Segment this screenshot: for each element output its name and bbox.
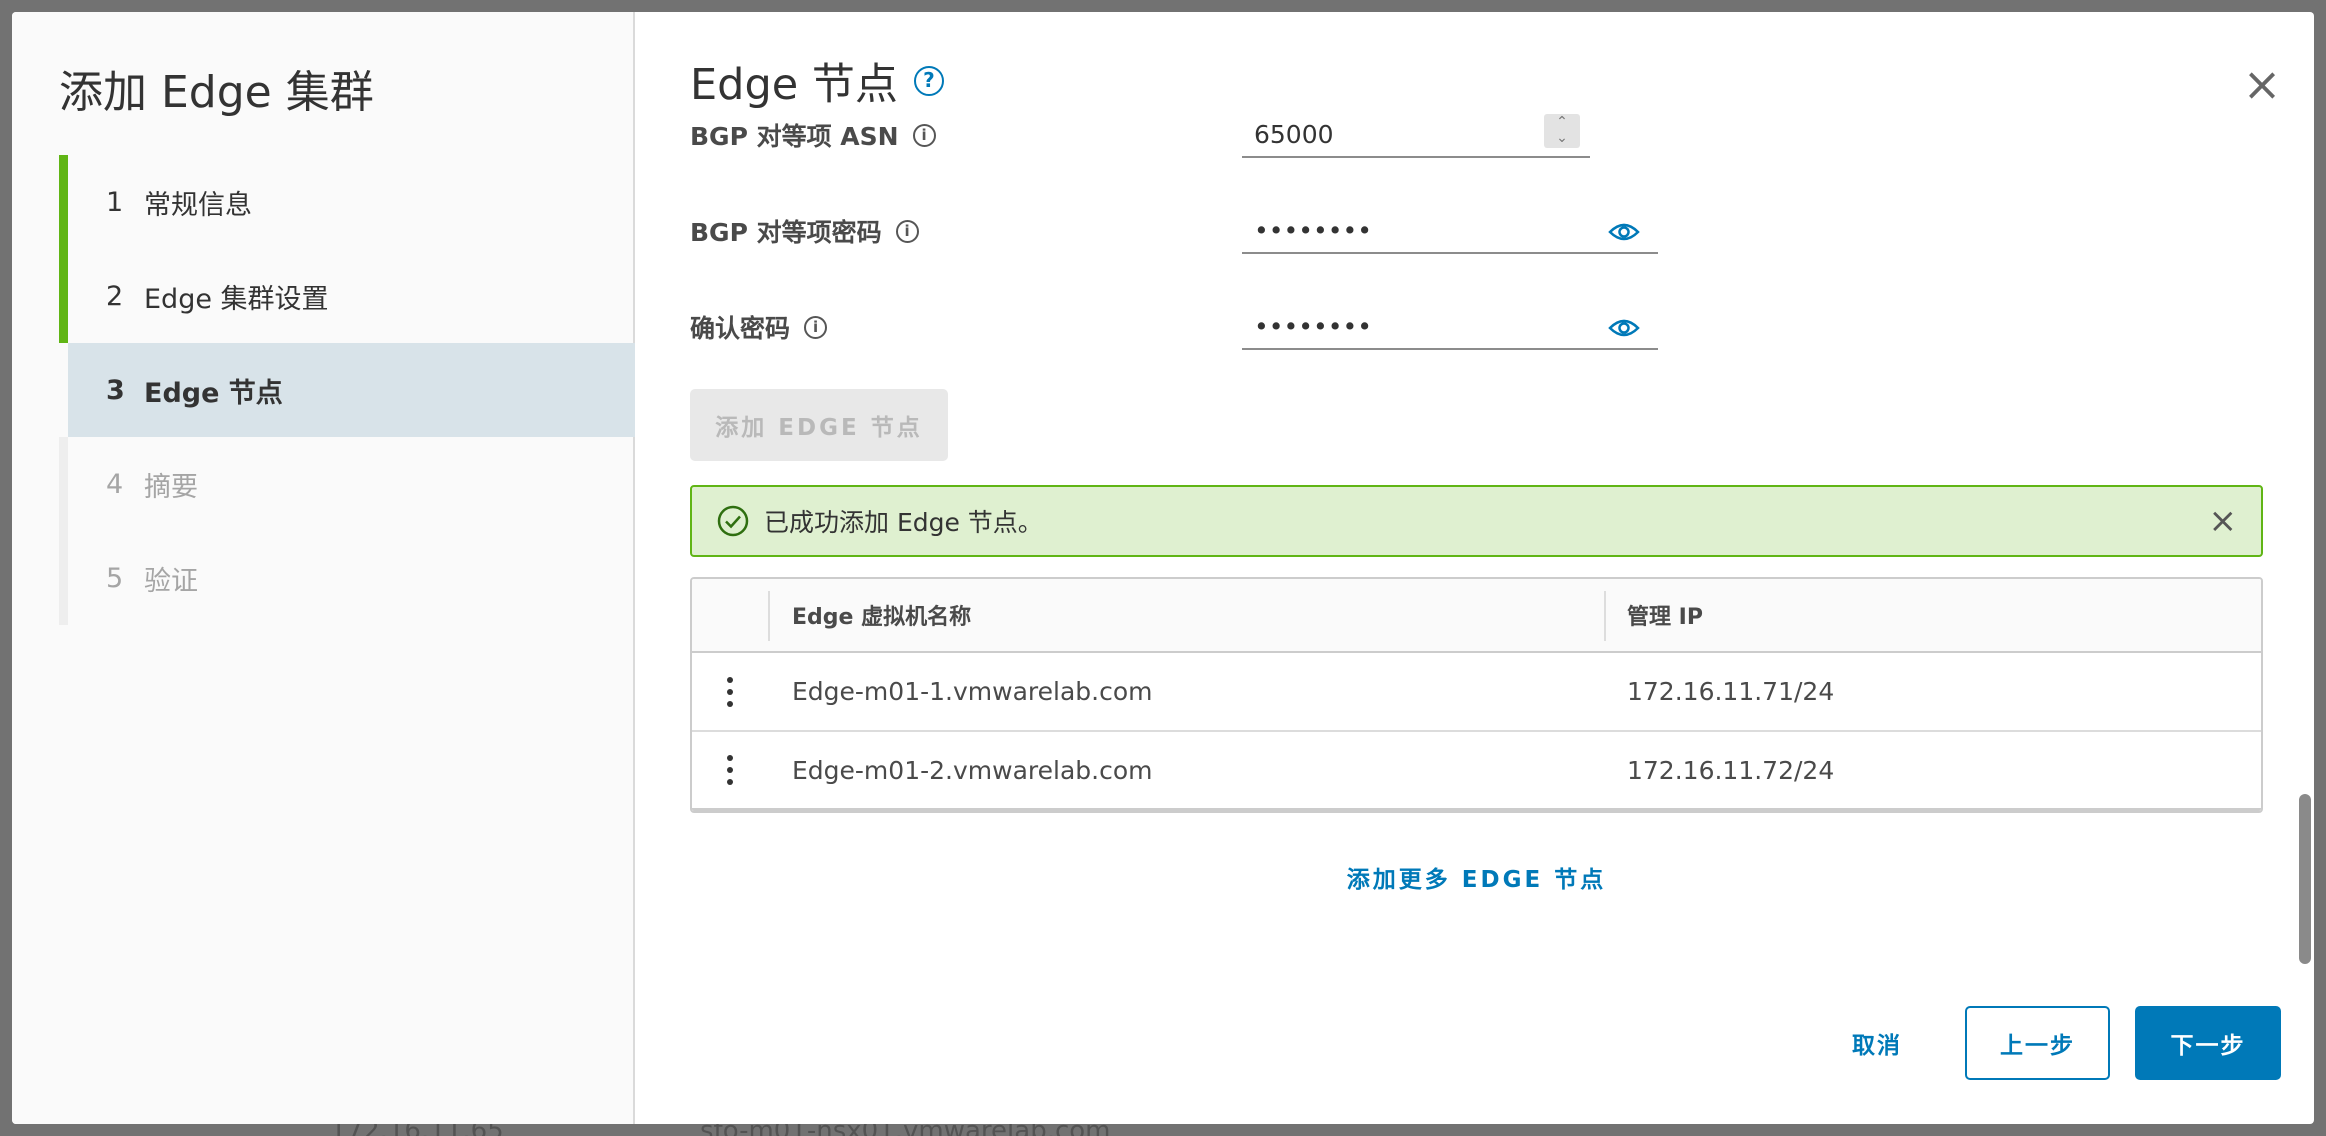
alert-message: 已成功添加 Edge 节点。 xyxy=(764,508,1043,537)
step-summary: 4 摘要 xyxy=(59,437,635,531)
asn-input[interactable]: 65000 ⌃ ⌄ xyxy=(1242,112,1590,158)
management-ip: 172.16.11.72/24 xyxy=(1627,755,1835,785)
row-actions xyxy=(692,653,768,730)
previous-button[interactable]: 上一步 xyxy=(1965,1006,2110,1080)
edge-vm-name: Edge-m01-1.vmwarelab.com xyxy=(792,677,1153,706)
info-icon[interactable]: i xyxy=(912,123,936,147)
wizard-steps: 1 常规信息 2 Edge 集群设置 3 Edge 节点 4 摘要 5 验证 xyxy=(59,155,635,625)
step-cluster-settings[interactable]: 2 Edge 集群设置 xyxy=(59,249,635,343)
info-icon[interactable]: i xyxy=(804,315,828,339)
step-number: 2 xyxy=(106,280,124,312)
table-row: Edge-m01-2.vmwarelab.com 172.16.11.72/24 xyxy=(692,732,2261,811)
password-value: •••••••• xyxy=(1254,216,1372,245)
wizard-content: Edge 节点 ? × BGP 对等项 ASN i 65000 ⌃ ⌄ BGP 对… xyxy=(635,12,2314,1124)
step-number: 3 xyxy=(106,374,125,406)
confirm-password-input[interactable]: •••••••• xyxy=(1242,304,1658,350)
step-label: Edge 集群设置 xyxy=(144,283,329,315)
step-label: 常规信息 xyxy=(144,189,252,221)
step-number: 5 xyxy=(106,562,124,594)
wizard-stepper: 添加 Edge 集群 1 常规信息 2 Edge 集群设置 3 Edge 节点 … xyxy=(12,12,635,1124)
help-icon[interactable]: ? xyxy=(913,66,944,96)
step-number: 4 xyxy=(106,468,124,500)
add-edge-node-button: 添加 EDGE 节点 xyxy=(690,389,948,461)
step-validation: 5 验证 xyxy=(59,531,635,625)
management-ip: 172.16.11.71/24 xyxy=(1627,677,1835,706)
step-label: 验证 xyxy=(144,565,198,597)
confirm-field-row: 确认密码 i xyxy=(690,309,828,345)
wizard-title: 添加 Edge 集群 xyxy=(59,67,374,118)
page-title: Edge 节点 xyxy=(690,60,898,110)
column-header-name[interactable]: Edge 虚拟机名称 xyxy=(792,599,971,631)
column-divider[interactable] xyxy=(768,591,770,641)
edge-vm-name: Edge-m01-2.vmwarelab.com xyxy=(792,755,1153,785)
row-actions xyxy=(692,732,768,808)
table-row: Edge-m01-1.vmwarelab.com 172.16.11.71/24 xyxy=(692,653,2261,732)
column-header-ip[interactable]: 管理 IP xyxy=(1627,599,1703,631)
eye-icon[interactable] xyxy=(1608,222,1640,242)
bgp-password-input[interactable]: •••••••• xyxy=(1242,208,1658,254)
asn-label: BGP 对等项 ASN i xyxy=(690,117,936,153)
add-edge-cluster-modal: 添加 Edge 集群 1 常规信息 2 Edge 集群设置 3 Edge 节点 … xyxy=(12,12,2314,1124)
next-button[interactable]: 下一步 xyxy=(2135,1006,2281,1080)
scrollbar[interactable] xyxy=(2296,12,2314,1124)
eye-icon[interactable] xyxy=(1608,318,1640,338)
number-stepper-icon[interactable]: ⌃ ⌄ xyxy=(1544,114,1580,148)
asn-value: 65000 xyxy=(1254,120,1334,149)
cancel-button[interactable]: 取消 xyxy=(1807,1006,1947,1080)
confirm-value: •••••••• xyxy=(1254,312,1372,341)
password-label-text: BGP 对等项密码 xyxy=(690,218,882,247)
info-icon[interactable]: i xyxy=(895,219,919,243)
step-label: Edge 节点 xyxy=(144,377,283,409)
close-icon[interactable]: × xyxy=(2240,61,2284,108)
add-more-edge-nodes-link[interactable]: 添加更多 EDGE 节点 xyxy=(690,860,2263,894)
scrollbar-thumb[interactable] xyxy=(2299,794,2311,964)
password-label: BGP 对等项密码 i xyxy=(690,213,919,249)
check-circle-icon xyxy=(717,505,749,537)
actions-column-header xyxy=(692,579,768,651)
edge-nodes-table: Edge 虚拟机名称 管理 IP Edge-m01-1.vmwarelab.co… xyxy=(690,577,2263,813)
step-label: 摘要 xyxy=(144,471,198,503)
step-number: 1 xyxy=(106,186,124,218)
page-title-wrap: Edge 节点 ? xyxy=(690,50,944,112)
password-field-row: BGP 对等项密码 i xyxy=(690,213,919,249)
confirm-label-text: 确认密码 xyxy=(690,314,791,343)
step-edge-nodes[interactable]: 3 Edge 节点 xyxy=(59,343,635,437)
confirm-label: 确认密码 i xyxy=(690,309,828,345)
table-header: Edge 虚拟机名称 管理 IP xyxy=(692,579,2261,653)
asn-label-text: BGP 对等项 ASN xyxy=(690,122,899,151)
more-actions-icon[interactable] xyxy=(725,755,735,785)
more-actions-icon[interactable] xyxy=(725,676,735,707)
close-alert-icon[interactable]: × xyxy=(2209,503,2238,539)
asn-field-row: BGP 对等项 ASN i xyxy=(690,117,936,153)
success-alert: 已成功添加 Edge 节点。 × xyxy=(690,485,2263,557)
step-general-info[interactable]: 1 常规信息 xyxy=(59,155,635,249)
column-divider[interactable] xyxy=(1604,591,1606,641)
